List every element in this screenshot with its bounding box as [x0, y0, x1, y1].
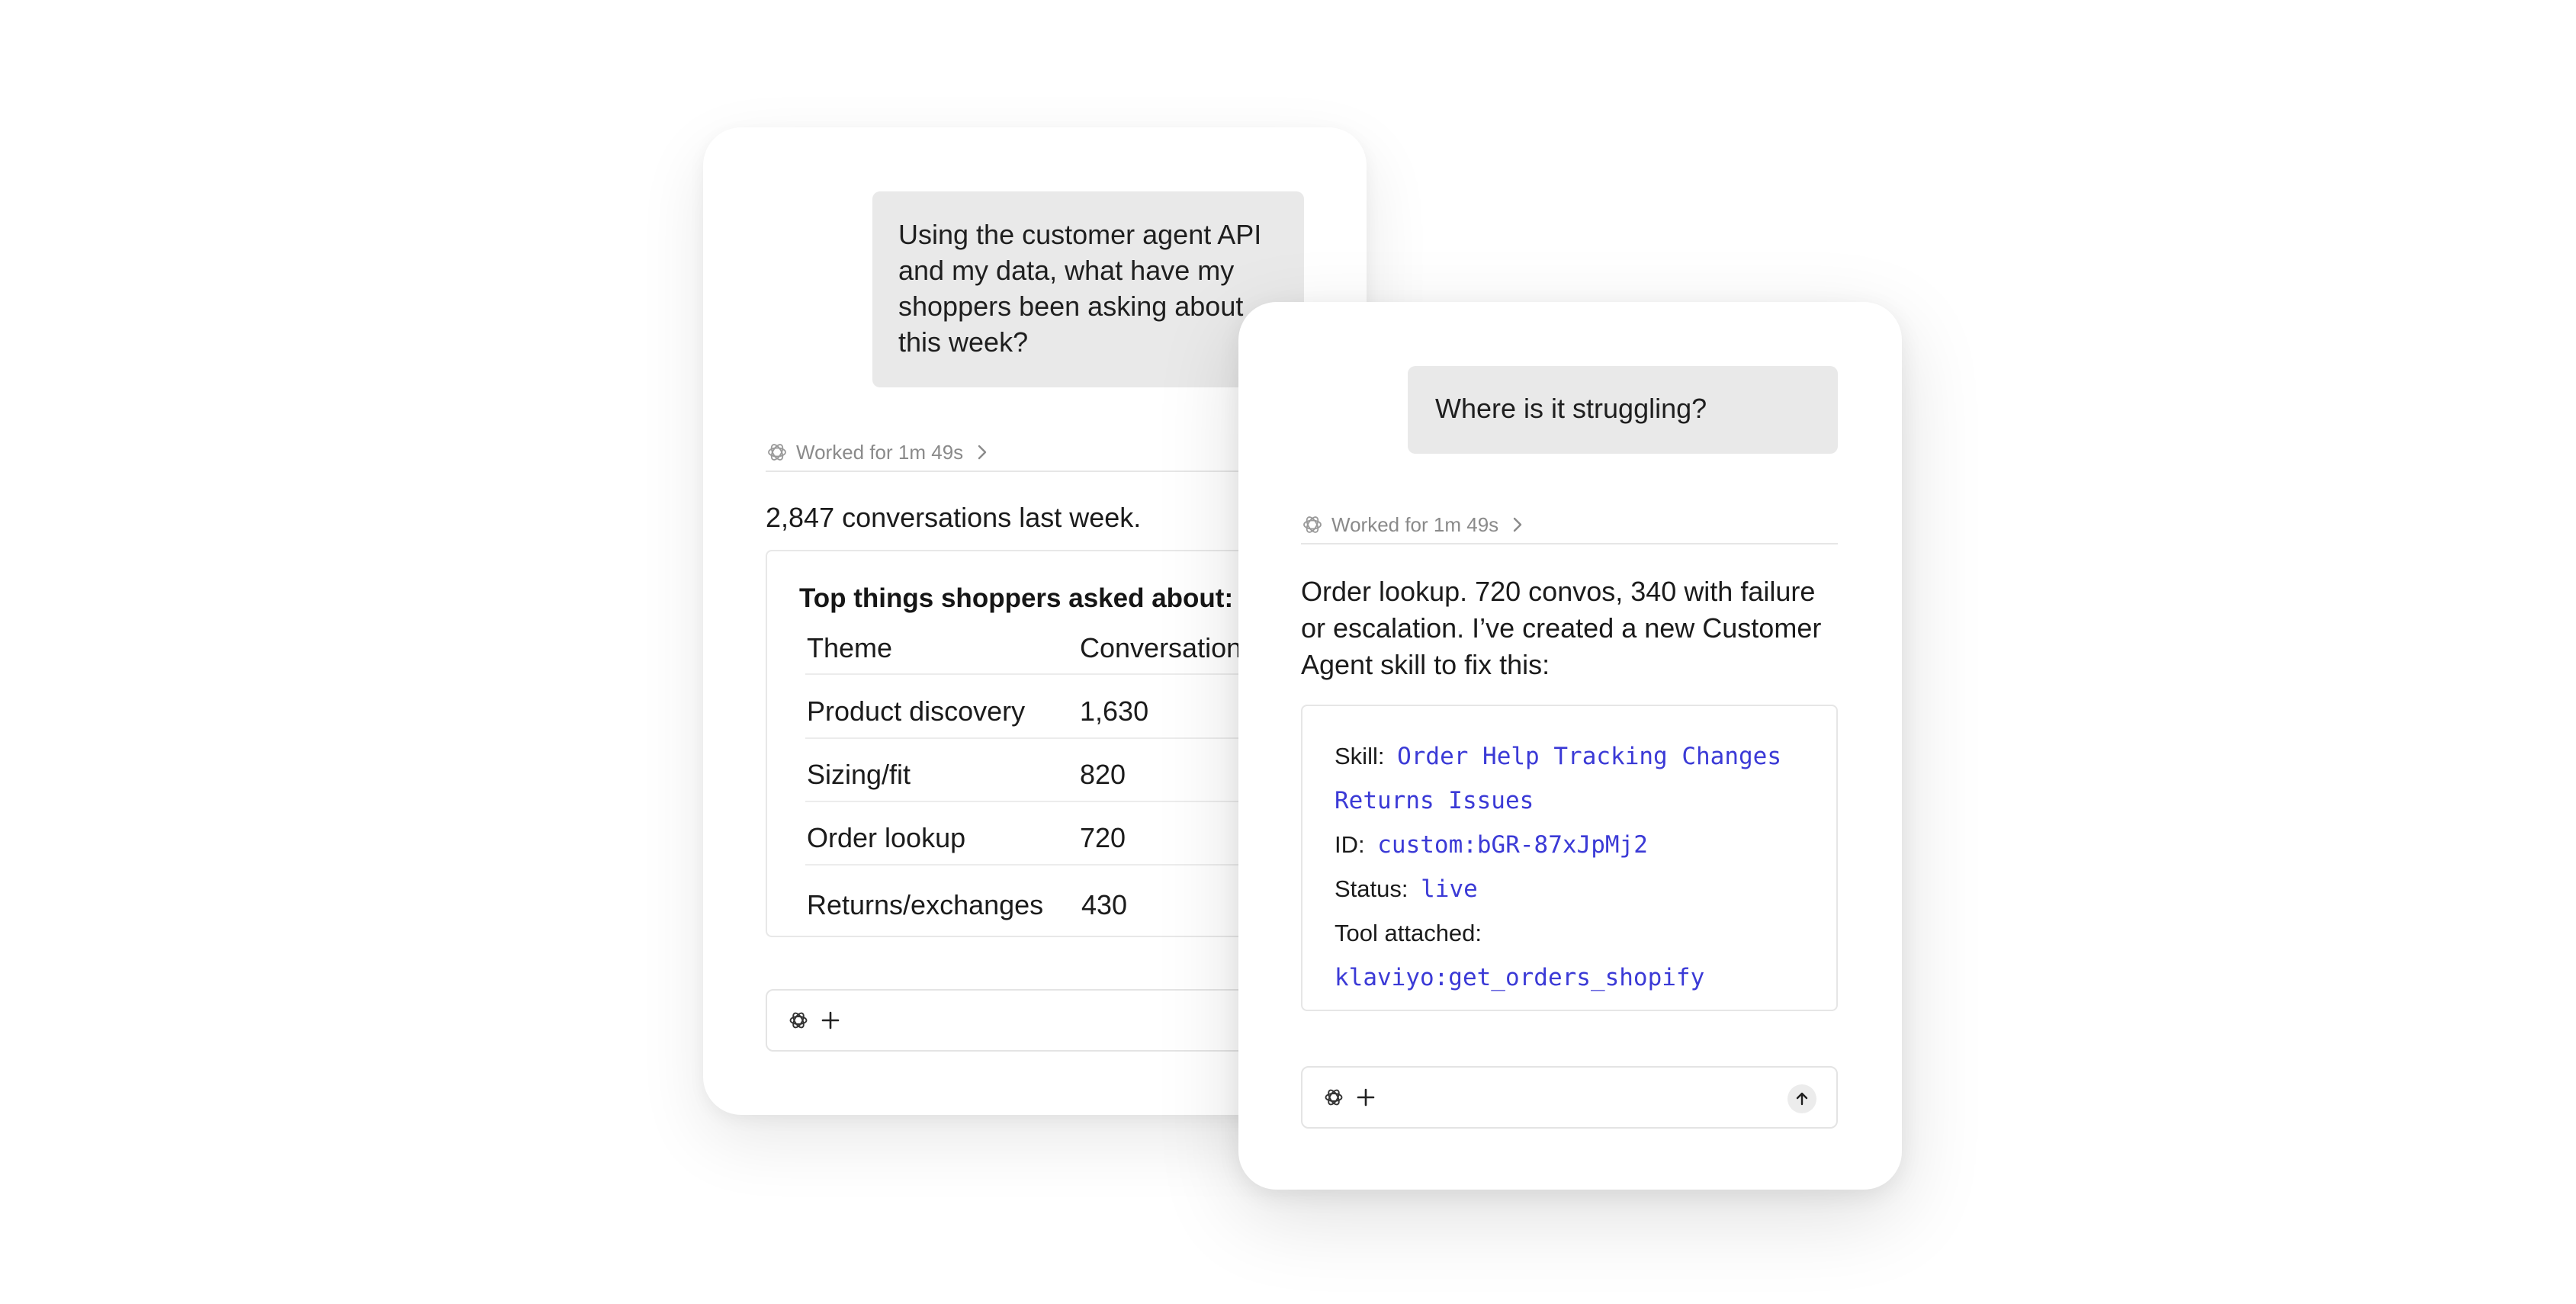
table-row-theme: Sizing/fit	[807, 759, 911, 790]
chevron-right-icon	[1513, 517, 1522, 532]
id-row: ID: custom:bGR-87xJpMj2	[1335, 831, 1648, 859]
skill-name-value-continued: Returns Issues	[1335, 787, 1534, 814]
table-title: Top things shoppers asked about:	[799, 583, 1234, 613]
column-header-conversations: Conversations	[1080, 632, 1256, 663]
tool-value-row: klaviyo:get_orders_shopify	[1335, 964, 1704, 991]
table-row-theme: Returns/exchanges	[807, 889, 1044, 920]
status-label: Status:	[1335, 875, 1408, 902]
openai-knot-icon	[1303, 516, 1322, 533]
send-button[interactable]	[1787, 1084, 1816, 1113]
skill-row: Skill: Order Help Tracking Changes	[1335, 743, 1781, 770]
table-row-count: 430	[1081, 889, 1128, 920]
assistant-answer: Order lookup. 720 convos, 340 with failu…	[1301, 576, 1822, 680]
skill-row-continued: Returns Issues	[1335, 787, 1534, 814]
table-row-theme: Order lookup	[807, 822, 966, 853]
status-row: Status: live	[1335, 875, 1478, 903]
created-skill-details: Skill: Order Help Tracking Changes Retur…	[1301, 705, 1838, 1011]
plus-icon[interactable]	[1353, 1084, 1379, 1110]
tool-row: Tool attached:	[1335, 920, 1482, 947]
id-value: custom:bGR-87xJpMj2	[1377, 831, 1648, 859]
plus-icon[interactable]	[817, 1007, 843, 1033]
table-row-count: 720	[1080, 822, 1126, 853]
worked-for-label: Worked for 1m 49s	[796, 440, 964, 464]
skill-name-value: Order Help Tracking Changes	[1397, 743, 1781, 770]
openai-knot-icon	[768, 444, 786, 461]
table-row-theme: Product discovery	[807, 695, 1026, 727]
chat-card-struggle-analysis: Where is it struggling? Worked for 1m 49…	[1238, 302, 1902, 1190]
openai-knot-icon[interactable]	[1322, 1086, 1345, 1109]
worked-for-label: Worked for 1m 49s	[1331, 512, 1499, 536]
chevron-right-icon	[978, 445, 987, 460]
user-message-bubble: Where is it struggling?	[1408, 366, 1838, 454]
openai-knot-icon[interactable]	[787, 1009, 810, 1032]
id-label: ID:	[1335, 831, 1365, 858]
message-composer[interactable]	[1301, 1066, 1838, 1129]
tool-label: Tool attached:	[1335, 920, 1482, 946]
worked-for-toggle[interactable]: Worked for 1m 49s	[1301, 506, 1838, 544]
tool-value: klaviyo:get_orders_shopify	[1335, 964, 1705, 991]
table-row-count: 1,630	[1080, 695, 1149, 727]
status-value: live	[1421, 875, 1478, 903]
column-header-theme: Theme	[807, 632, 893, 663]
table-row-count: 820	[1080, 759, 1126, 790]
arrow-up-icon	[1796, 1092, 1808, 1106]
skill-label: Skill:	[1335, 743, 1385, 769]
